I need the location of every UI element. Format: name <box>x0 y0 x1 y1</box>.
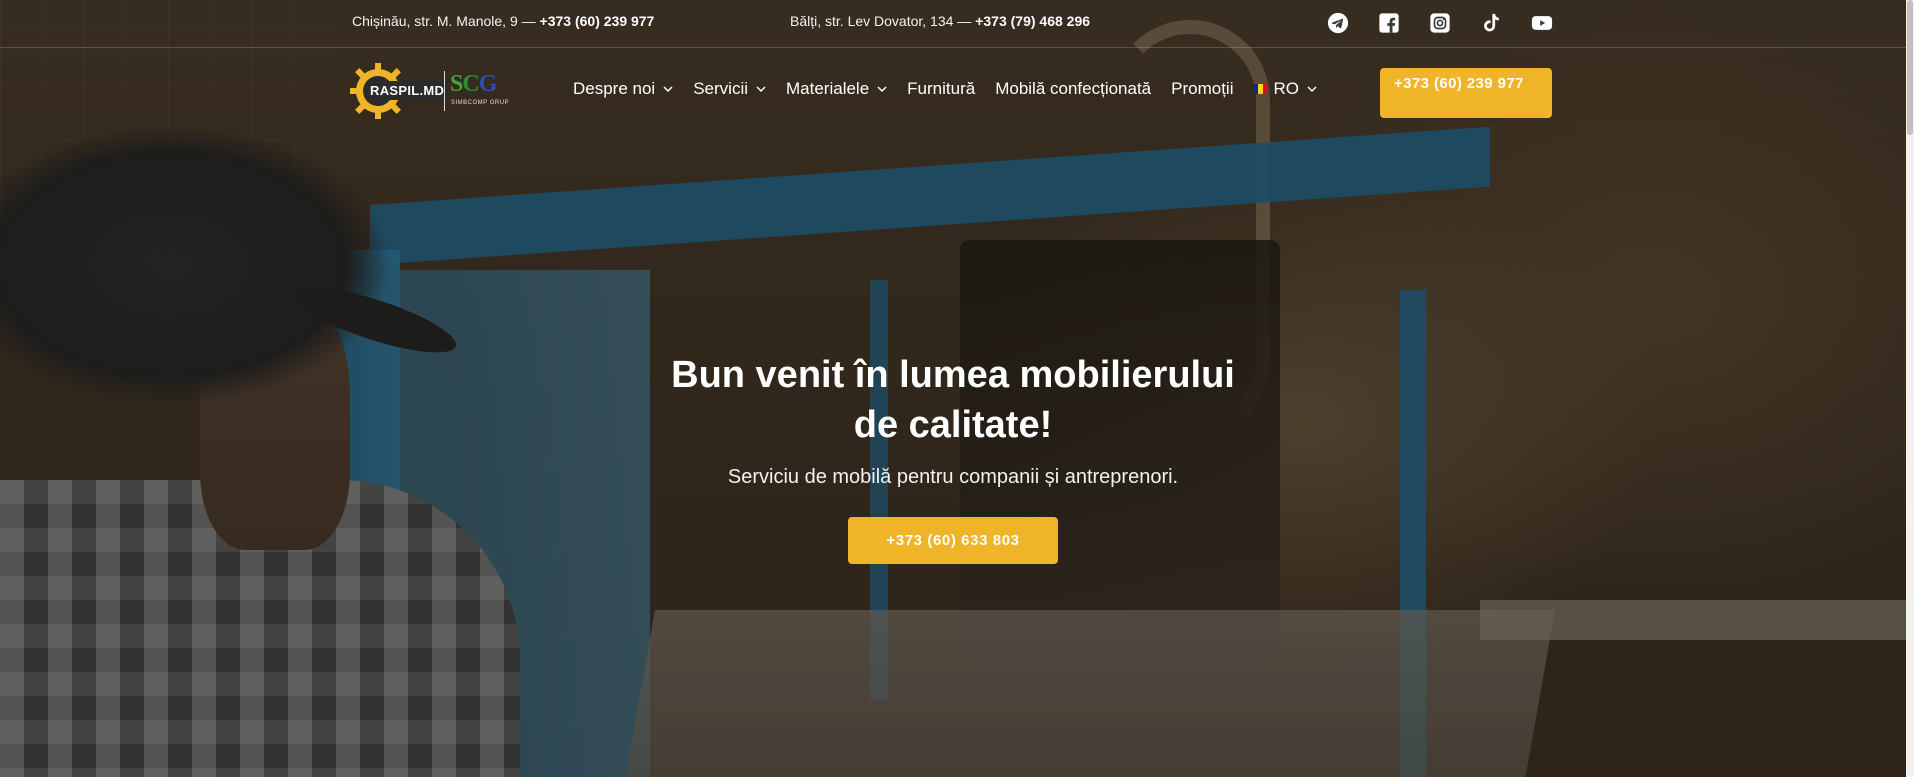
menu-item-label: Materialele <box>786 79 870 98</box>
menu-item-materialele[interactable]: Materialele <box>786 79 887 99</box>
contact-chisinau: Chișinău, str. M. Manole, 9 — +373 (60) … <box>352 13 654 29</box>
menu-item-label: Despre noi <box>573 79 656 98</box>
scrollbar-thumb[interactable] <box>1907 0 1913 135</box>
chevron-down-icon <box>663 84 673 94</box>
menu-item-servicii[interactable]: Servicii <box>693 79 766 99</box>
logo-brand-text: RASPIL.MD <box>366 81 449 100</box>
hero-phone-button[interactable]: +373 (60) 633 803 <box>848 517 1058 564</box>
contact-balti-address: Bălți, str. Lev Dovator, 134 — <box>790 13 976 29</box>
logo-partner-mark: SCG <box>450 71 498 98</box>
telegram-icon[interactable] <box>1326 11 1350 35</box>
site-logo[interactable]: RASPIL.MD SCG SIMBCOMP GRUP <box>350 63 509 119</box>
menu-item-furnitura[interactable]: Furnitură <box>907 79 975 99</box>
language-switcher[interactable]: RO <box>1253 79 1318 99</box>
chevron-down-icon <box>756 84 766 94</box>
page-scrollbar[interactable] <box>1906 0 1914 777</box>
logo-divider <box>444 71 445 111</box>
main-navbar: RASPIL.MD SCG SIMBCOMP GRUP Despre noi S… <box>0 49 1906 139</box>
social-links <box>1326 11 1554 35</box>
chevron-down-icon <box>877 84 887 94</box>
contact-chisinau-address: Chișinău, str. M. Manole, 9 — <box>352 13 540 29</box>
menu-item-label: Promoții <box>1171 79 1234 98</box>
logo-partner-letter: S <box>450 71 463 97</box>
top-bar: Chișinău, str. M. Manole, 9 — +373 (60) … <box>0 0 1906 48</box>
flag-stripe <box>1262 84 1268 94</box>
logo-partner-letter: C <box>462 71 479 97</box>
contact-balti-phone[interactable]: +373 (79) 468 296 <box>975 13 1090 29</box>
chevron-down-icon <box>1307 84 1317 94</box>
language-label: RO <box>1273 79 1300 98</box>
menu-item-promotii[interactable]: Promoții <box>1171 79 1233 99</box>
logo-partner-subtitle: SIMBCOMP GRUP <box>451 100 510 106</box>
menu-item-label: Furnitură <box>907 79 976 98</box>
logo-partner-letter: G <box>478 71 498 97</box>
hero-subtitle: Serviciu de mobilă pentru companii și an… <box>727 466 1179 488</box>
facebook-icon[interactable] <box>1377 11 1401 35</box>
romania-flag-icon <box>1253 84 1268 94</box>
tiktok-icon[interactable] <box>1479 11 1503 35</box>
instagram-icon[interactable] <box>1428 11 1452 35</box>
contact-balti: Bălți, str. Lev Dovator, 134 — +373 (79)… <box>790 13 1090 29</box>
menu-item-mobila-confectionata[interactable]: Mobilă confecționată <box>995 79 1151 99</box>
contact-chisinau-phone[interactable]: +373 (60) 239 977 <box>540 13 655 29</box>
menu-item-label: Mobilă confecționată <box>995 79 1152 98</box>
youtube-icon[interactable] <box>1530 11 1554 35</box>
hero-section: Bun venit în lumea mobilierului de calit… <box>0 350 1906 564</box>
menu-item-despre-noi[interactable]: Despre noi <box>573 79 673 99</box>
hero-title: Bun venit în lumea mobilierului de calit… <box>671 354 1235 446</box>
header-phone-button[interactable]: +373 (60) 239 977 <box>1380 68 1552 118</box>
menu-item-label: Servicii <box>693 79 749 98</box>
main-menu: Despre noi Servicii Materialele Furnitur… <box>573 79 1337 99</box>
